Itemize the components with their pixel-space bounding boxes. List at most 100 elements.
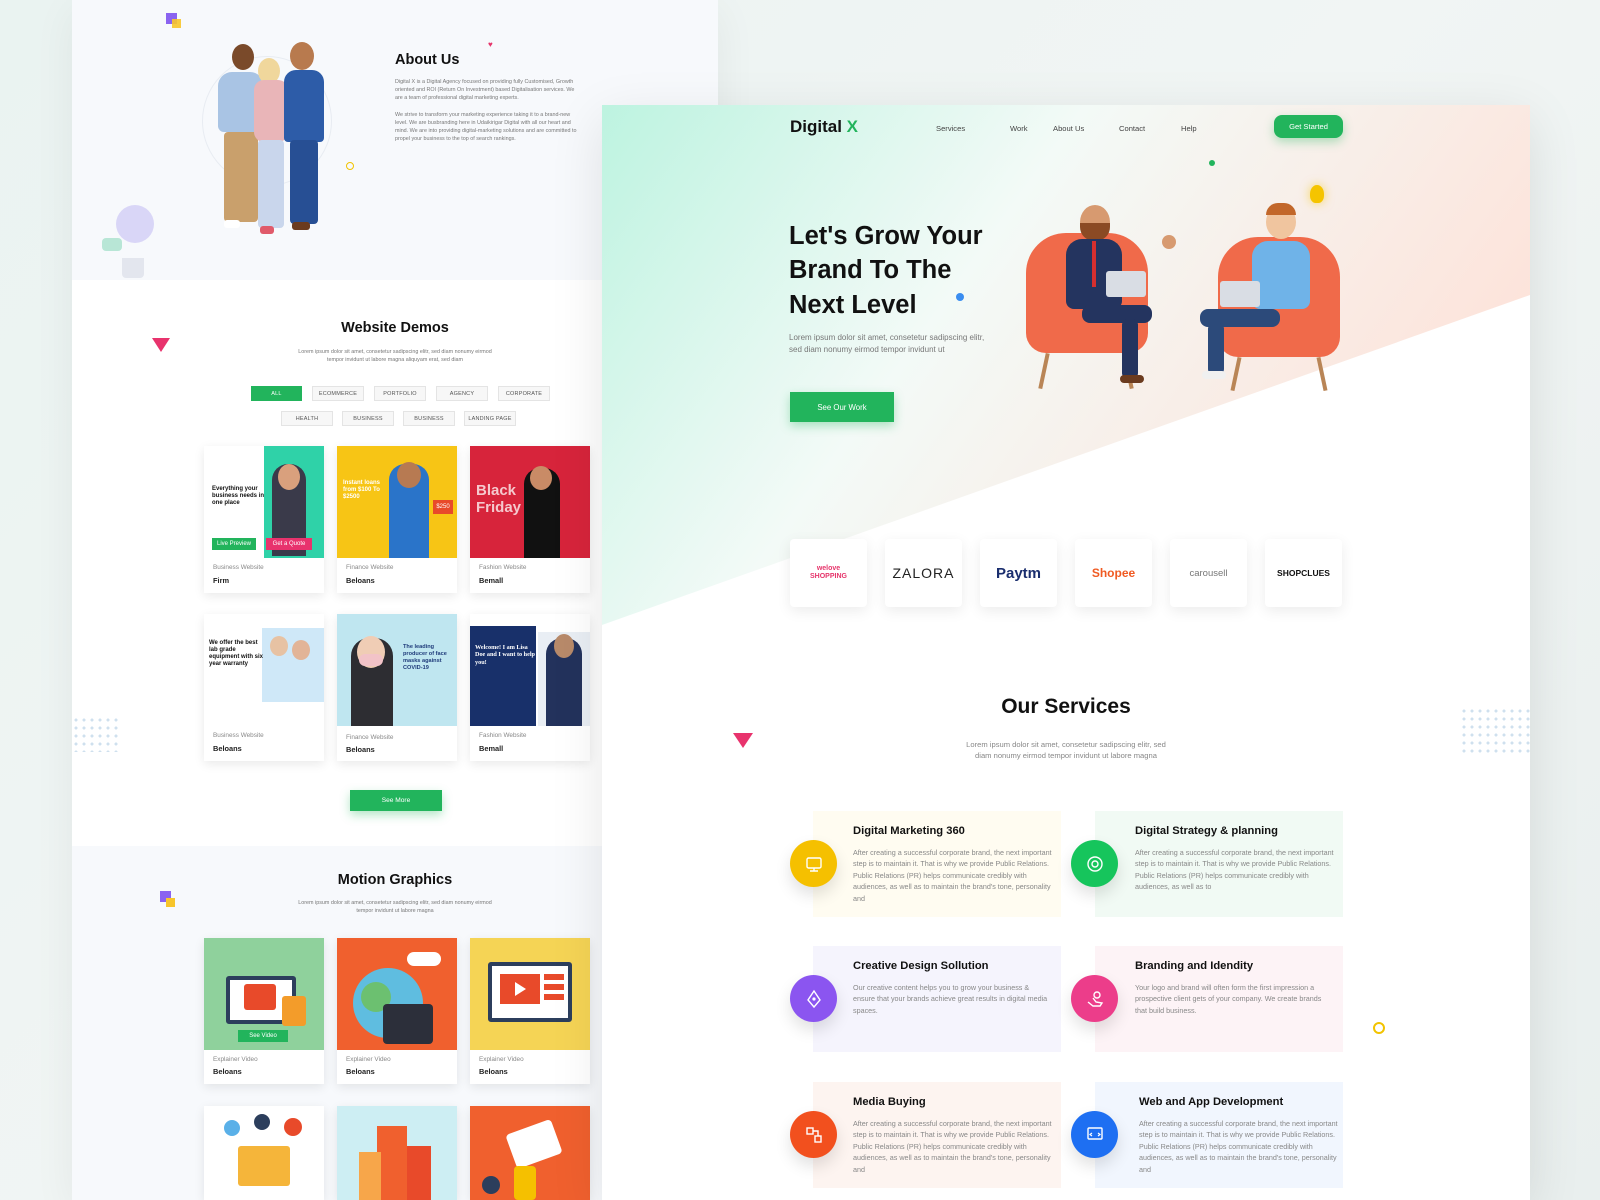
service-title: Creative Design Sollution	[853, 960, 989, 972]
demo-card-bemall[interactable]: Black Friday Fashion Website Bemall	[470, 446, 590, 593]
nav-contact[interactable]: Contact	[1119, 124, 1145, 133]
demo-headline: The leading producer of face masks again…	[403, 644, 447, 671]
see-more-button[interactable]: See More	[350, 790, 442, 811]
client-paytm-logo: Paytm	[980, 539, 1057, 607]
heart-icon: ♥	[488, 40, 493, 49]
brand-hand-icon	[1071, 975, 1118, 1022]
pen-tool-icon	[790, 975, 837, 1022]
about-paragraph-1: Digital X is a Digital Agency focused on…	[395, 79, 575, 101]
demo-headline: Instant loans from $100 To $2500	[343, 480, 381, 500]
live-preview-button[interactable]: Live Preview	[212, 538, 256, 550]
motion-thumbnail	[204, 1106, 324, 1200]
plant-decoration	[116, 205, 154, 243]
motion-card-3[interactable]: Explainer Video Beloans	[470, 938, 590, 1084]
brand-accent: X	[846, 117, 859, 136]
motion-thumbnail	[337, 1106, 457, 1200]
service-digital-strategy[interactable]: Digital Strategy & planning After creati…	[1095, 811, 1343, 917]
plant-pot	[122, 258, 144, 278]
demo-card-lab[interactable]: We offer the best lab grade equipment wi…	[204, 614, 324, 761]
nav-about-us[interactable]: About Us	[1053, 124, 1084, 133]
demo-thumbnail: We offer the best lab grade equipment wi…	[204, 614, 324, 726]
motion-card-5[interactable]	[337, 1106, 457, 1200]
filter-agency[interactable]: AGENCY	[436, 386, 488, 401]
brand-name: Digital	[790, 117, 847, 136]
nav-work[interactable]: Work	[1010, 124, 1028, 133]
motion-thumbnail: See Video	[204, 938, 324, 1050]
client-shopclues-logo: SHOPCLUES	[1265, 539, 1342, 607]
hero-title-line-2: Brand To The	[789, 256, 952, 284]
service-title: Digital Marketing 360	[853, 825, 965, 837]
motion-card-1[interactable]: See Video Explainer Video Beloans	[204, 938, 324, 1084]
demo-card-firm[interactable]: Everything your business needs in one pl…	[204, 446, 324, 593]
see-our-work-button[interactable]: See Our Work	[790, 392, 894, 422]
filter-business-2[interactable]: BUSINESS	[403, 411, 455, 426]
motion-card-2[interactable]: Explainer Video Beloans	[337, 938, 457, 1084]
monitor-code-icon	[1071, 1111, 1118, 1158]
motion-category: Explainer Video	[346, 1056, 391, 1063]
filter-health[interactable]: HEALTH	[281, 411, 333, 426]
get-started-button[interactable]: Get Started	[1274, 115, 1343, 138]
service-description: Our creative content helps you to grow y…	[853, 983, 1048, 1015]
demo-thumbnail: Black Friday	[470, 446, 590, 558]
service-description: After creating a successful corporate br…	[853, 848, 1052, 903]
service-title: Digital Strategy & planning	[1135, 825, 1278, 837]
filter-business[interactable]: BUSINESS	[342, 411, 394, 426]
service-description: After creating a successful corporate br…	[853, 1119, 1052, 1174]
demo-category: Business Website	[213, 732, 264, 739]
green-dot-decoration	[1209, 160, 1215, 166]
lightbulb-icon	[1310, 185, 1324, 203]
demo-name: Beloans	[346, 745, 375, 754]
services-subtitle: Lorem ipsum dolor sit amet, consetetur s…	[966, 740, 1166, 761]
demo-thumbnail: Instant loans from $100 To $2500 $250	[337, 446, 457, 558]
get-quote-button[interactable]: Get a Quote	[266, 538, 312, 550]
demo-name: Bemall	[479, 576, 504, 585]
motion-thumbnail	[470, 938, 590, 1050]
service-media-buying[interactable]: Media Buying After creating a successful…	[813, 1082, 1061, 1188]
filter-all[interactable]: ALL	[251, 386, 302, 401]
demo-category: Business Website	[213, 564, 264, 571]
target-icon	[1071, 840, 1118, 887]
about-title: About Us	[395, 52, 460, 68]
see-video-button[interactable]: See Video	[238, 1030, 288, 1042]
demo-thumbnail: The leading producer of face masks again…	[337, 614, 457, 726]
service-title: Web and App Development	[1139, 1096, 1284, 1108]
hero-illustration	[1022, 185, 1347, 415]
service-digital-marketing[interactable]: Digital Marketing 360 After creating a s…	[813, 811, 1061, 917]
hero-title-line-3: Next Level	[789, 291, 917, 319]
service-creative-design[interactable]: Creative Design Sollution Our creative c…	[813, 946, 1061, 1052]
nav-help[interactable]: Help	[1181, 124, 1197, 133]
service-description: Your logo and brand will often form the …	[1135, 983, 1322, 1015]
demo-thumbnail: Welcome! I am Lisa Doe and I want to hel…	[470, 614, 590, 726]
demo-card-beloans[interactable]: Instant loans from $100 To $2500 $250 Fi…	[337, 446, 457, 593]
motion-name: Beloans	[479, 1067, 508, 1076]
team-illustration	[202, 36, 352, 246]
demo-headline: We offer the best lab grade equipment wi…	[209, 640, 264, 667]
demo-name: Bemall	[479, 744, 504, 753]
demo-card-lisa[interactable]: Welcome! I am Lisa Doe and I want to hel…	[470, 614, 590, 761]
demo-category: Fashion Website	[479, 564, 527, 571]
motion-card-4[interactable]	[204, 1106, 324, 1200]
service-title: Media Buying	[853, 1096, 926, 1108]
motion-subtitle: Lorem ipsum dolor sit amet, consetetur s…	[298, 900, 492, 914]
dots-decoration	[72, 716, 120, 752]
demo-category: Finance Website	[346, 734, 394, 741]
motion-card-6[interactable]	[470, 1106, 590, 1200]
brand-logo[interactable]: Digital X	[790, 117, 858, 137]
about-paragraph-2: We strive to transform your marketing ex…	[395, 112, 577, 142]
filter-ecommerce[interactable]: ECOMMERCE	[312, 386, 364, 401]
service-description: After creating a successful corporate br…	[1139, 1119, 1338, 1174]
client-welove-logo: welove SHOPPING	[790, 539, 867, 607]
yellow-square-decoration	[172, 19, 181, 28]
filter-landing-page[interactable]: LANDING PAGE	[464, 411, 516, 426]
demo-name: Firm	[213, 576, 230, 585]
service-branding[interactable]: Branding and Idendity Your logo and bran…	[1095, 946, 1343, 1052]
hero-description: Lorem ipsum dolor sit amet, consetetur s…	[789, 333, 985, 354]
chat-bubble-icon	[102, 238, 122, 251]
demo-category: Finance Website	[346, 564, 394, 571]
motion-thumbnail	[337, 938, 457, 1050]
filter-corporate[interactable]: CORPORATE	[498, 386, 550, 401]
filter-portfolio[interactable]: PORTFOLIO	[374, 386, 426, 401]
demo-card-mask[interactable]: The leading producer of face masks again…	[337, 614, 457, 761]
nav-services[interactable]: Services	[936, 124, 965, 133]
service-web-app-development[interactable]: Web and App Development After creating a…	[1095, 1082, 1343, 1188]
